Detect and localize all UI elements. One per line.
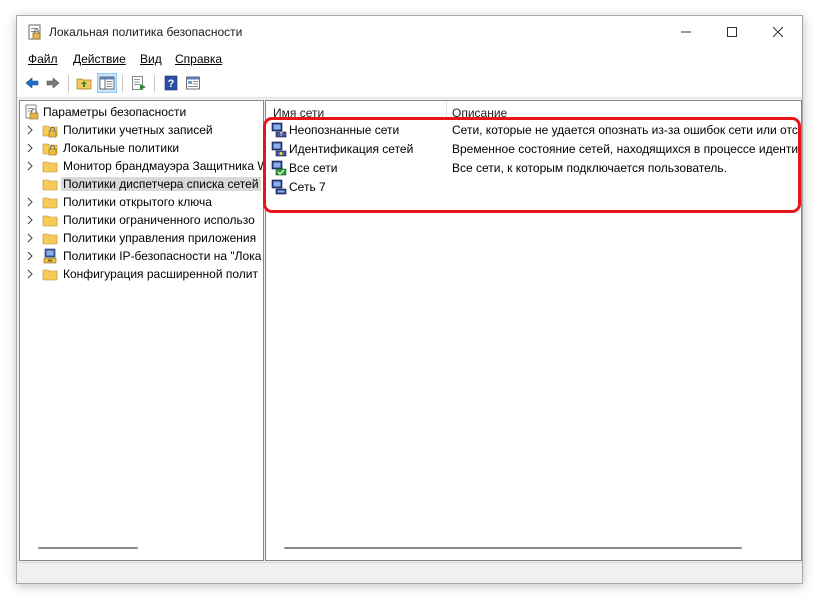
chevron-right-icon[interactable] xyxy=(25,160,35,172)
folder-icon xyxy=(42,197,58,209)
title-bar: Локальная политика безопасности xyxy=(17,16,802,48)
tree-item-firewall-monitor[interactable]: Монитор брандмауэра Защитника W xyxy=(20,157,263,175)
minimize-button[interactable] xyxy=(663,16,709,48)
folder-icon xyxy=(42,161,58,173)
folder-lock-icon xyxy=(42,143,58,156)
folder-icon xyxy=(42,269,58,281)
folder-icon xyxy=(42,215,58,227)
close-button[interactable] xyxy=(755,16,801,48)
chevron-right-icon[interactable] xyxy=(25,124,35,136)
tree-item-ip-security-policies[interactable]: Политики IP-безопасности на "Лока xyxy=(20,247,263,265)
menu-file-label: Файл xyxy=(28,52,58,66)
svg-text:?: ? xyxy=(168,78,175,90)
tree-item-label: Политики диспетчера списка сетей xyxy=(61,177,261,191)
export-list-icon xyxy=(132,76,146,90)
folder-lock-icon xyxy=(42,125,58,138)
show-hide-tree-button[interactable] xyxy=(97,73,117,93)
menu-help[interactable]: Справка xyxy=(175,52,222,66)
tree-root-label: Параметры безопасности xyxy=(43,105,187,119)
menu-view-label: Вид xyxy=(140,52,162,66)
tree-item-application-control-policies[interactable]: Политики управления приложения xyxy=(20,229,263,247)
highlight-annotation xyxy=(263,117,801,213)
toolbar-separator xyxy=(154,75,155,92)
tree-item-account-policies[interactable]: Политики учетных записей xyxy=(20,121,263,139)
tree-item-label: Политики управления приложения xyxy=(63,231,257,245)
tree-item-label: Политики ограниченного использо xyxy=(63,213,255,227)
ipsec-policy-icon xyxy=(43,248,57,264)
chevron-right-icon[interactable] xyxy=(25,232,35,244)
menu-bar: Файл Действие Вид Справка xyxy=(17,48,802,70)
menu-help-label: Справка xyxy=(175,52,223,66)
toolbar: ? xyxy=(17,70,802,98)
chevron-right-icon[interactable] xyxy=(25,142,35,154)
chevron-right-icon[interactable] xyxy=(25,214,35,226)
tree-item-public-key-policies[interactable]: Политики открытого ключа xyxy=(20,193,263,211)
maximize-button[interactable] xyxy=(709,16,755,48)
tree-item-label: Монитор брандмауэра Защитника W xyxy=(63,159,264,173)
menu-action[interactable]: Действие xyxy=(73,52,126,66)
close-icon xyxy=(773,27,783,37)
folder-icon xyxy=(42,179,58,191)
minimize-icon xyxy=(681,31,691,33)
tree-item-label: Локальные политики xyxy=(63,141,180,155)
tree-root-security-settings[interactable]: Параметры безопасности xyxy=(20,103,263,121)
tree-item-advanced-audit-configuration[interactable]: Конфигурация расширенной полит xyxy=(20,265,263,283)
status-bar xyxy=(17,562,802,583)
window-title: Локальная политика безопасности xyxy=(49,25,243,39)
up-folder-icon xyxy=(76,78,92,90)
toolbar-separator xyxy=(122,75,123,92)
forward-arrow-icon xyxy=(46,77,60,89)
export-list-button[interactable] xyxy=(129,73,149,93)
security-settings-icon xyxy=(25,104,39,120)
folder-icon xyxy=(42,233,58,245)
chevron-right-icon[interactable] xyxy=(25,250,35,262)
security-policy-app-icon xyxy=(28,24,41,40)
tree-item-label: Политики IP-безопасности на "Лока xyxy=(63,249,262,263)
help-icon: ? xyxy=(164,75,178,91)
help-button[interactable]: ? xyxy=(161,73,181,93)
properties-button[interactable] xyxy=(183,73,203,93)
tree-item-label: Политики учетных записей xyxy=(63,123,213,137)
forward-button[interactable] xyxy=(43,73,63,93)
show-tree-icon xyxy=(99,76,115,90)
tree-item-local-policies[interactable]: Локальные политики xyxy=(20,139,263,157)
up-level-button[interactable] xyxy=(74,73,94,93)
tree-item-software-restriction-policies[interactable]: Политики ограниченного использо xyxy=(20,211,263,229)
maximize-icon xyxy=(727,27,737,37)
tree-horizontal-scrollbar[interactable] xyxy=(38,547,138,549)
properties-icon xyxy=(186,76,200,90)
menu-action-label: Действие xyxy=(73,52,126,66)
toolbar-separator xyxy=(68,75,69,92)
back-button[interactable] xyxy=(22,73,42,93)
chevron-right-icon[interactable] xyxy=(25,196,35,208)
console-tree-pane[interactable]: Параметры безопасности Политики учетных … xyxy=(19,100,264,561)
menu-file[interactable]: Файл xyxy=(28,52,58,66)
tree-item-label: Конфигурация расширенной полит xyxy=(63,267,258,281)
list-horizontal-scrollbar[interactable] xyxy=(284,547,742,549)
mmc-window: Локальная политика безопасности Файл Дей… xyxy=(16,15,803,584)
menu-view[interactable]: Вид xyxy=(140,52,162,66)
chevron-right-icon[interactable] xyxy=(25,268,35,280)
tree-item-network-list-manager-policies[interactable]: Политики диспетчера списка сетей xyxy=(20,175,263,193)
back-arrow-icon xyxy=(25,77,39,89)
tree-item-label: Политики открытого ключа xyxy=(63,195,212,209)
